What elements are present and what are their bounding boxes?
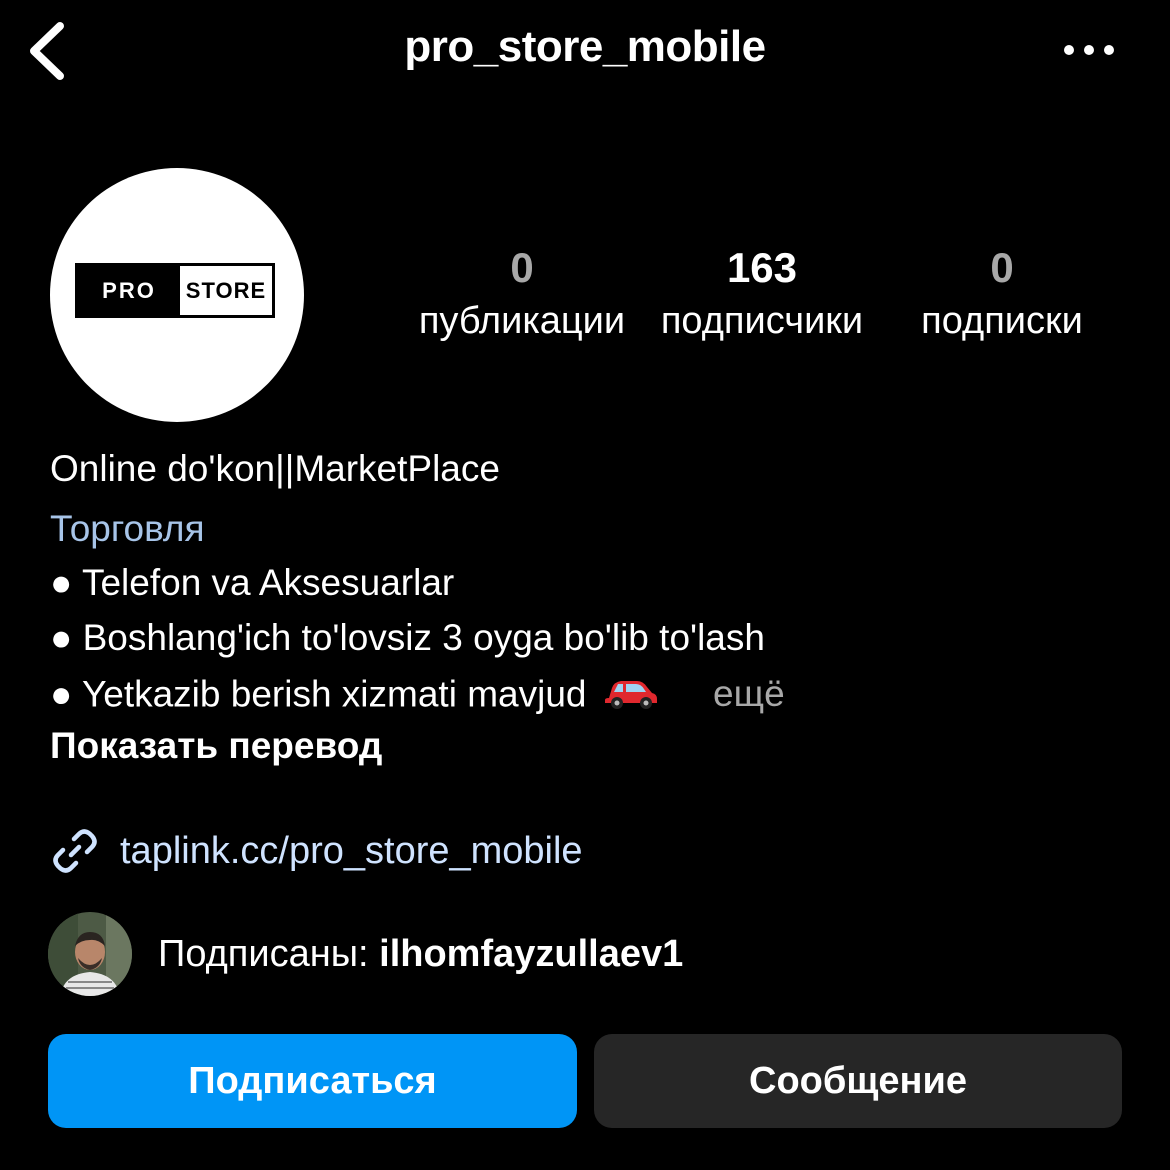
top-bar: pro_store_mobile xyxy=(0,0,1170,100)
logo-pro-text: PRO xyxy=(78,266,180,315)
logo-store-text: STORE xyxy=(185,277,267,303)
more-options-button[interactable] xyxy=(1056,30,1126,70)
followed-by-row[interactable]: Подписаны: ilhomfayzullaev1 xyxy=(48,912,683,996)
profile-link-url[interactable]: taplink.cc/pro_store_mobile xyxy=(120,830,583,873)
followed-by-text: Подписаны: ilhomfayzullaev1 xyxy=(158,933,683,976)
followed-by-username[interactable]: ilhomfayzullaev1 xyxy=(379,933,683,975)
profile-username: pro_store_mobile xyxy=(404,22,766,71)
message-button[interactable]: Сообщение xyxy=(594,1034,1122,1128)
profile-category[interactable]: Торговля xyxy=(50,508,205,550)
followed-by-prefix: Подписаны: xyxy=(158,932,380,975)
bio-line: ● Telefon va Aksesuarlar xyxy=(50,562,455,603)
show-translation-link[interactable]: Показать перевод xyxy=(50,725,382,767)
bio-line-with-more: ● Yetkazib berish xizmati mavjud ещё xyxy=(50,672,785,721)
store-logo: PRO STORE xyxy=(75,263,275,318)
followers-label: подписчики xyxy=(660,300,864,342)
bio-more-link[interactable]: ещё xyxy=(713,673,785,714)
following-label: подписки xyxy=(921,300,1083,342)
follow-button[interactable]: Подписаться xyxy=(48,1034,577,1128)
posts-label: публикации xyxy=(418,300,626,342)
followers-stat[interactable]: 163 подписчики xyxy=(651,240,873,346)
profile-link[interactable]: taplink.cc/pro_store_mobile xyxy=(50,825,583,877)
bio-line: ● Boshlang'ich to'lovsiz 3 oyga bo'lib t… xyxy=(50,617,765,658)
bio-line: ● Yetkazib berish xizmati mavjud xyxy=(50,673,587,715)
profile-avatar[interactable]: PRO STORE xyxy=(50,168,304,422)
more-horizontal-icon xyxy=(1064,45,1114,55)
following-stat[interactable]: 0 подписки xyxy=(904,240,1100,346)
posts-stat[interactable]: 0 публикации xyxy=(412,240,632,346)
followers-count: 163 xyxy=(726,244,798,291)
posts-count: 0 xyxy=(510,244,534,291)
following-count: 0 xyxy=(990,244,1014,291)
car-icon xyxy=(603,672,659,721)
profile-display-name: Online do'kon||MarketPlace xyxy=(50,448,500,489)
link-icon xyxy=(53,829,97,873)
follower-avatar[interactable] xyxy=(48,912,132,996)
